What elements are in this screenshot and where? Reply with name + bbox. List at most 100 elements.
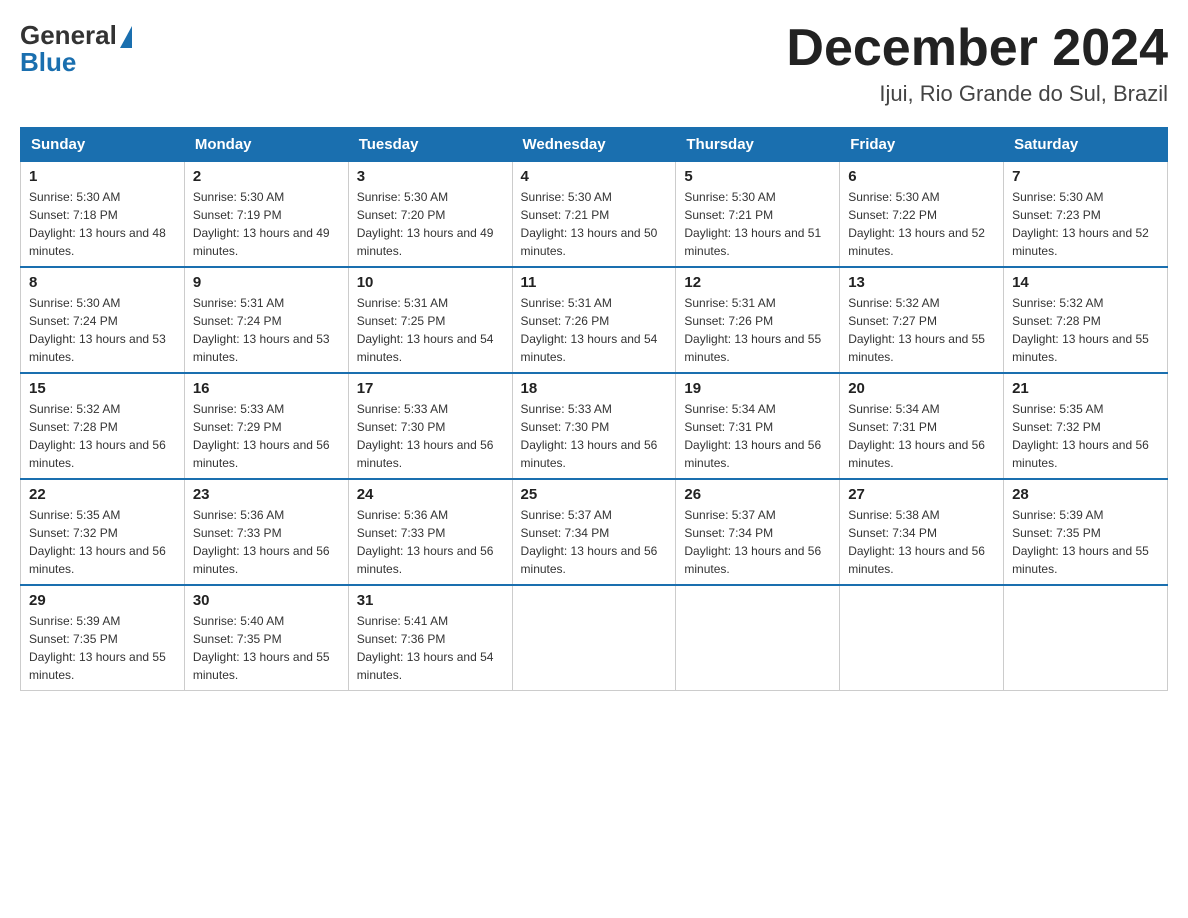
day-cell: 19 Sunrise: 5:34 AM Sunset: 7:31 PM Dayl… bbox=[676, 373, 840, 479]
day-info: Sunrise: 5:41 AM Sunset: 7:36 PM Dayligh… bbox=[357, 612, 504, 684]
day-cell: 23 Sunrise: 5:36 AM Sunset: 7:33 PM Dayl… bbox=[184, 479, 348, 585]
day-info: Sunrise: 5:33 AM Sunset: 7:30 PM Dayligh… bbox=[521, 400, 668, 472]
day-info: Sunrise: 5:36 AM Sunset: 7:33 PM Dayligh… bbox=[357, 506, 504, 578]
calendar-table: SundayMondayTuesdayWednesdayThursdayFrid… bbox=[20, 127, 1168, 691]
day-info: Sunrise: 5:35 AM Sunset: 7:32 PM Dayligh… bbox=[29, 506, 176, 578]
header-thursday: Thursday bbox=[676, 128, 840, 162]
logo-blue-text: Blue bbox=[20, 47, 76, 78]
day-info: Sunrise: 5:31 AM Sunset: 7:26 PM Dayligh… bbox=[521, 294, 668, 366]
day-info: Sunrise: 5:30 AM Sunset: 7:24 PM Dayligh… bbox=[29, 294, 176, 366]
day-cell: 3 Sunrise: 5:30 AM Sunset: 7:20 PM Dayli… bbox=[348, 162, 512, 268]
day-info: Sunrise: 5:33 AM Sunset: 7:29 PM Dayligh… bbox=[193, 400, 340, 472]
day-info: Sunrise: 5:35 AM Sunset: 7:32 PM Dayligh… bbox=[1012, 400, 1159, 472]
week-row-4: 22 Sunrise: 5:35 AM Sunset: 7:32 PM Dayl… bbox=[21, 479, 1168, 585]
day-info: Sunrise: 5:30 AM Sunset: 7:21 PM Dayligh… bbox=[521, 188, 668, 260]
day-number: 24 bbox=[357, 486, 504, 503]
week-row-3: 15 Sunrise: 5:32 AM Sunset: 7:28 PM Dayl… bbox=[21, 373, 1168, 479]
day-number: 14 bbox=[1012, 274, 1159, 291]
day-cell: 17 Sunrise: 5:33 AM Sunset: 7:30 PM Dayl… bbox=[348, 373, 512, 479]
day-number: 23 bbox=[193, 486, 340, 503]
week-row-5: 29 Sunrise: 5:39 AM Sunset: 7:35 PM Dayl… bbox=[21, 585, 1168, 691]
header-saturday: Saturday bbox=[1004, 128, 1168, 162]
day-cell: 16 Sunrise: 5:33 AM Sunset: 7:29 PM Dayl… bbox=[184, 373, 348, 479]
day-number: 4 bbox=[521, 168, 668, 185]
day-info: Sunrise: 5:31 AM Sunset: 7:24 PM Dayligh… bbox=[193, 294, 340, 366]
day-cell: 11 Sunrise: 5:31 AM Sunset: 7:26 PM Dayl… bbox=[512, 267, 676, 373]
day-info: Sunrise: 5:34 AM Sunset: 7:31 PM Dayligh… bbox=[848, 400, 995, 472]
day-number: 18 bbox=[521, 380, 668, 397]
day-info: Sunrise: 5:30 AM Sunset: 7:22 PM Dayligh… bbox=[848, 188, 995, 260]
day-cell: 2 Sunrise: 5:30 AM Sunset: 7:19 PM Dayli… bbox=[184, 162, 348, 268]
day-cell bbox=[1004, 585, 1168, 691]
day-number: 28 bbox=[1012, 486, 1159, 503]
day-number: 13 bbox=[848, 274, 995, 291]
day-number: 12 bbox=[684, 274, 831, 291]
day-cell: 21 Sunrise: 5:35 AM Sunset: 7:32 PM Dayl… bbox=[1004, 373, 1168, 479]
day-number: 30 bbox=[193, 592, 340, 609]
day-cell: 14 Sunrise: 5:32 AM Sunset: 7:28 PM Dayl… bbox=[1004, 267, 1168, 373]
day-number: 26 bbox=[684, 486, 831, 503]
day-info: Sunrise: 5:33 AM Sunset: 7:30 PM Dayligh… bbox=[357, 400, 504, 472]
day-cell: 27 Sunrise: 5:38 AM Sunset: 7:34 PM Dayl… bbox=[840, 479, 1004, 585]
day-number: 21 bbox=[1012, 380, 1159, 397]
day-cell: 30 Sunrise: 5:40 AM Sunset: 7:35 PM Dayl… bbox=[184, 585, 348, 691]
day-cell bbox=[512, 585, 676, 691]
day-cell bbox=[676, 585, 840, 691]
day-number: 8 bbox=[29, 274, 176, 291]
day-number: 1 bbox=[29, 168, 176, 185]
page-header: General Blue December 2024 Ijui, Rio Gra… bbox=[20, 20, 1168, 107]
day-info: Sunrise: 5:40 AM Sunset: 7:35 PM Dayligh… bbox=[193, 612, 340, 684]
day-info: Sunrise: 5:38 AM Sunset: 7:34 PM Dayligh… bbox=[848, 506, 995, 578]
day-cell: 12 Sunrise: 5:31 AM Sunset: 7:26 PM Dayl… bbox=[676, 267, 840, 373]
header-monday: Monday bbox=[184, 128, 348, 162]
logo: General Blue bbox=[20, 20, 132, 78]
day-number: 2 bbox=[193, 168, 340, 185]
day-cell: 4 Sunrise: 5:30 AM Sunset: 7:21 PM Dayli… bbox=[512, 162, 676, 268]
day-info: Sunrise: 5:30 AM Sunset: 7:23 PM Dayligh… bbox=[1012, 188, 1159, 260]
header-wednesday: Wednesday bbox=[512, 128, 676, 162]
day-number: 11 bbox=[521, 274, 668, 291]
day-info: Sunrise: 5:32 AM Sunset: 7:27 PM Dayligh… bbox=[848, 294, 995, 366]
day-info: Sunrise: 5:36 AM Sunset: 7:33 PM Dayligh… bbox=[193, 506, 340, 578]
day-info: Sunrise: 5:30 AM Sunset: 7:20 PM Dayligh… bbox=[357, 188, 504, 260]
day-number: 5 bbox=[684, 168, 831, 185]
day-number: 27 bbox=[848, 486, 995, 503]
week-row-2: 8 Sunrise: 5:30 AM Sunset: 7:24 PM Dayli… bbox=[21, 267, 1168, 373]
day-number: 20 bbox=[848, 380, 995, 397]
day-info: Sunrise: 5:30 AM Sunset: 7:19 PM Dayligh… bbox=[193, 188, 340, 260]
day-cell: 6 Sunrise: 5:30 AM Sunset: 7:22 PM Dayli… bbox=[840, 162, 1004, 268]
day-number: 3 bbox=[357, 168, 504, 185]
month-title: December 2024 bbox=[786, 20, 1168, 77]
day-number: 17 bbox=[357, 380, 504, 397]
header-row: SundayMondayTuesdayWednesdayThursdayFrid… bbox=[21, 128, 1168, 162]
day-cell: 15 Sunrise: 5:32 AM Sunset: 7:28 PM Dayl… bbox=[21, 373, 185, 479]
title-area: December 2024 Ijui, Rio Grande do Sul, B… bbox=[786, 20, 1168, 107]
day-info: Sunrise: 5:37 AM Sunset: 7:34 PM Dayligh… bbox=[521, 506, 668, 578]
logo-triangle-icon bbox=[120, 26, 132, 48]
day-cell: 7 Sunrise: 5:30 AM Sunset: 7:23 PM Dayli… bbox=[1004, 162, 1168, 268]
day-cell: 1 Sunrise: 5:30 AM Sunset: 7:18 PM Dayli… bbox=[21, 162, 185, 268]
day-cell: 5 Sunrise: 5:30 AM Sunset: 7:21 PM Dayli… bbox=[676, 162, 840, 268]
day-cell: 24 Sunrise: 5:36 AM Sunset: 7:33 PM Dayl… bbox=[348, 479, 512, 585]
day-cell: 26 Sunrise: 5:37 AM Sunset: 7:34 PM Dayl… bbox=[676, 479, 840, 585]
day-number: 7 bbox=[1012, 168, 1159, 185]
day-info: Sunrise: 5:31 AM Sunset: 7:26 PM Dayligh… bbox=[684, 294, 831, 366]
day-info: Sunrise: 5:39 AM Sunset: 7:35 PM Dayligh… bbox=[1012, 506, 1159, 578]
day-cell: 13 Sunrise: 5:32 AM Sunset: 7:27 PM Dayl… bbox=[840, 267, 1004, 373]
day-cell: 18 Sunrise: 5:33 AM Sunset: 7:30 PM Dayl… bbox=[512, 373, 676, 479]
day-number: 25 bbox=[521, 486, 668, 503]
day-info: Sunrise: 5:39 AM Sunset: 7:35 PM Dayligh… bbox=[29, 612, 176, 684]
day-cell: 29 Sunrise: 5:39 AM Sunset: 7:35 PM Dayl… bbox=[21, 585, 185, 691]
day-cell: 22 Sunrise: 5:35 AM Sunset: 7:32 PM Dayl… bbox=[21, 479, 185, 585]
day-info: Sunrise: 5:34 AM Sunset: 7:31 PM Dayligh… bbox=[684, 400, 831, 472]
day-number: 9 bbox=[193, 274, 340, 291]
day-number: 22 bbox=[29, 486, 176, 503]
location-title: Ijui, Rio Grande do Sul, Brazil bbox=[786, 81, 1168, 107]
header-sunday: Sunday bbox=[21, 128, 185, 162]
day-info: Sunrise: 5:30 AM Sunset: 7:18 PM Dayligh… bbox=[29, 188, 176, 260]
day-cell: 25 Sunrise: 5:37 AM Sunset: 7:34 PM Dayl… bbox=[512, 479, 676, 585]
day-info: Sunrise: 5:32 AM Sunset: 7:28 PM Dayligh… bbox=[1012, 294, 1159, 366]
day-cell: 8 Sunrise: 5:30 AM Sunset: 7:24 PM Dayli… bbox=[21, 267, 185, 373]
header-friday: Friday bbox=[840, 128, 1004, 162]
day-info: Sunrise: 5:32 AM Sunset: 7:28 PM Dayligh… bbox=[29, 400, 176, 472]
